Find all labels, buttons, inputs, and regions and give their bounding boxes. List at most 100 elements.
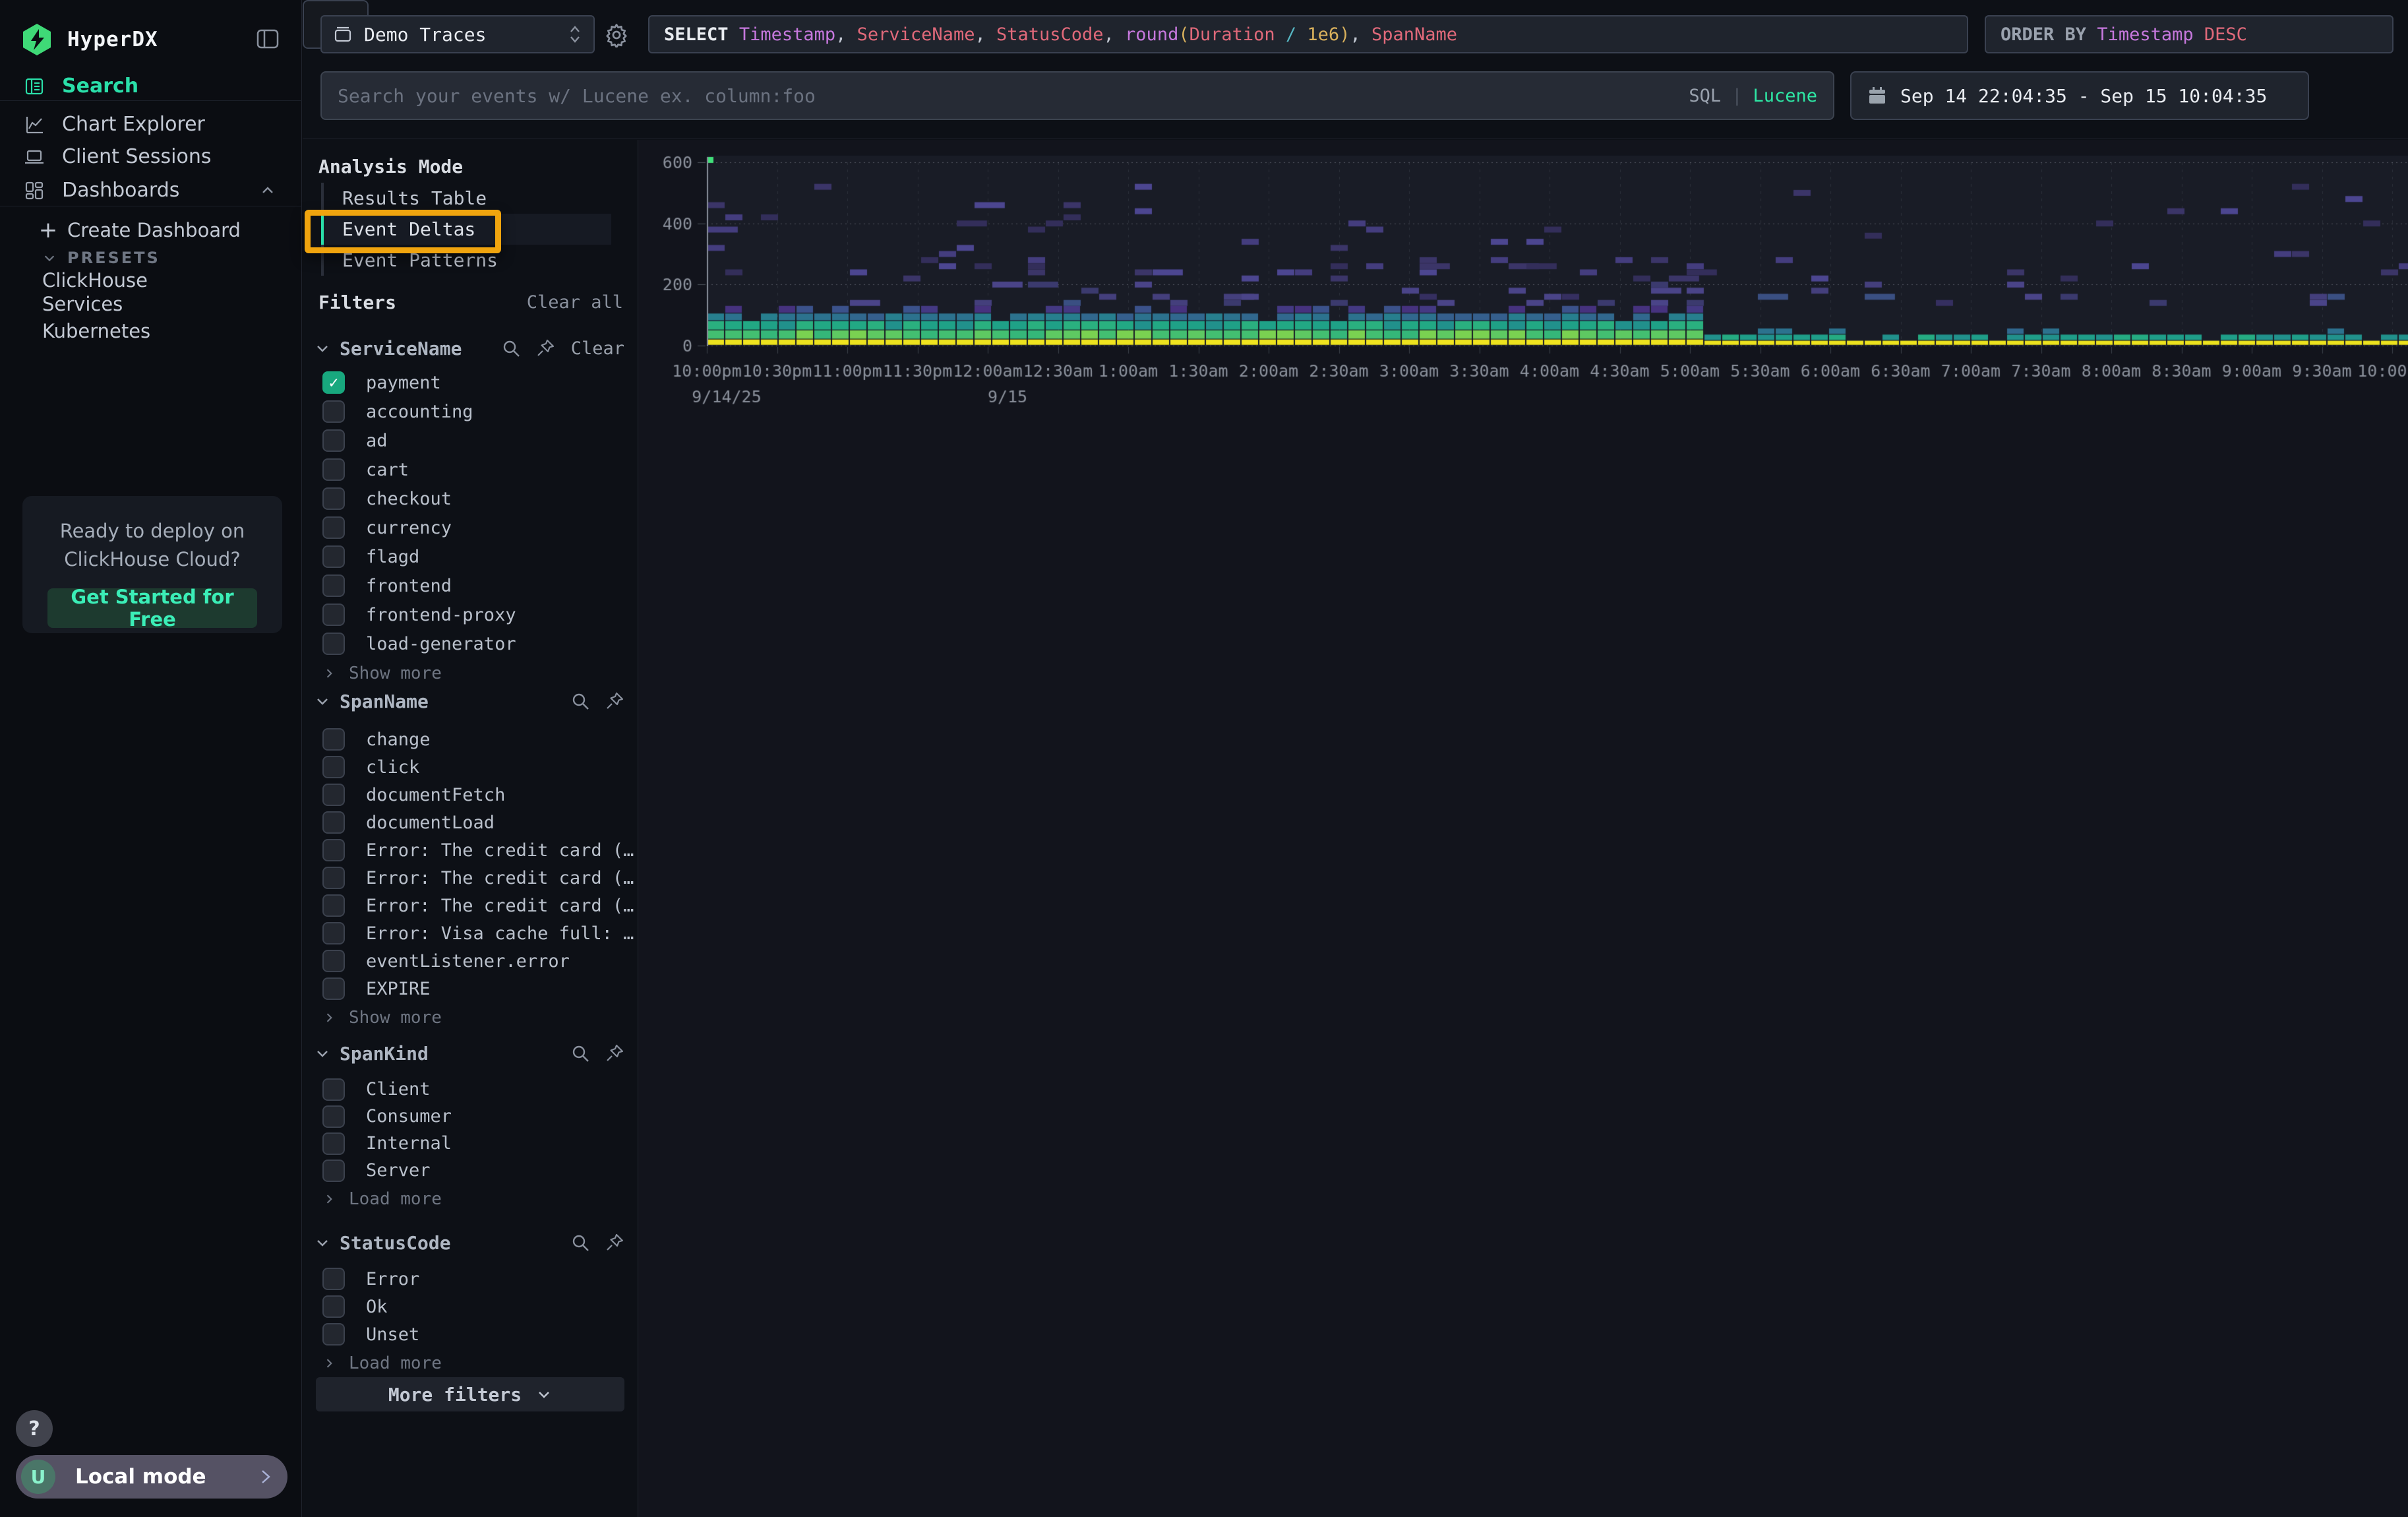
- search-icon[interactable]: [570, 1043, 590, 1063]
- checkbox[interactable]: [322, 977, 345, 1000]
- filter-option-servicename[interactable]: checkout: [322, 484, 626, 513]
- filter-option-servicename[interactable]: ✓payment: [322, 368, 626, 397]
- help-button[interactable]: ?: [16, 1410, 53, 1447]
- checkbox[interactable]: [322, 950, 345, 972]
- filter-group-header-spanname[interactable]: SpanName: [315, 687, 624, 716]
- checkbox[interactable]: [322, 1078, 345, 1101]
- filter-option-spanname[interactable]: eventListener.error: [322, 947, 626, 975]
- checkbox[interactable]: [322, 604, 345, 626]
- checkbox[interactable]: [322, 1160, 345, 1182]
- user-menu[interactable]: U Local mode: [16, 1455, 287, 1499]
- checkbox[interactable]: [322, 1132, 345, 1155]
- checkbox[interactable]: [322, 1268, 345, 1290]
- lang-lucene[interactable]: Lucene: [1753, 86, 1817, 106]
- lang-sql[interactable]: SQL: [1689, 86, 1721, 106]
- filter-option-spankind[interactable]: Internal: [322, 1130, 626, 1157]
- filter-group-name[interactable]: ServiceName: [340, 338, 487, 359]
- more-filters-button[interactable]: More filters: [316, 1377, 624, 1411]
- checkbox[interactable]: [322, 633, 345, 655]
- duration-heatmap-chart[interactable]: [640, 140, 2408, 423]
- filter-option-spanname[interactable]: click: [322, 753, 626, 781]
- filter-option-servicename[interactable]: flagd: [322, 542, 626, 571]
- filter-group-header-spankind[interactable]: SpanKind: [315, 1039, 624, 1068]
- checkbox[interactable]: [322, 574, 345, 597]
- sidebar-item-search[interactable]: Search: [0, 70, 302, 102]
- filter-option-spankind[interactable]: Client: [322, 1076, 626, 1103]
- filter-option-servicename[interactable]: accounting: [322, 397, 626, 426]
- analysis-mode-event-deltas[interactable]: Event Deltas: [321, 214, 611, 245]
- show-more-spanname[interactable]: Show more: [322, 1005, 586, 1030]
- checkbox[interactable]: [322, 784, 345, 806]
- search-icon[interactable]: [501, 338, 521, 358]
- filter-group-header-statuscode[interactable]: StatusCode: [315, 1228, 624, 1257]
- filter-option-spankind[interactable]: Server: [322, 1157, 626, 1184]
- checkbox[interactable]: [322, 516, 345, 539]
- filter-option-servicename[interactable]: frontend-proxy: [322, 600, 626, 629]
- filter-option-spanname[interactable]: Error: The credit card (…: [322, 892, 626, 919]
- checkbox[interactable]: [322, 894, 345, 917]
- sidebar-item-services[interactable]: Services: [0, 290, 302, 318]
- chevron-up-icon[interactable]: [260, 183, 276, 199]
- checkbox[interactable]: [322, 1295, 345, 1318]
- analysis-mode-results-table[interactable]: Results Table: [321, 183, 611, 214]
- checkbox-checked[interactable]: ✓: [322, 371, 345, 394]
- checkbox[interactable]: [322, 922, 345, 944]
- filter-group-header-servicename[interactable]: ServiceName Clear: [315, 334, 624, 363]
- filter-option-spanname[interactable]: documentLoad: [322, 809, 626, 836]
- pin-icon[interactable]: [535, 338, 555, 358]
- checkbox[interactable]: [322, 839, 345, 861]
- filter-group-name[interactable]: SpanName: [340, 691, 556, 712]
- load-more-spankind[interactable]: Load more: [322, 1187, 586, 1212]
- select-clause-input[interactable]: SELECT Timestamp, ServiceName, StatusCod…: [648, 15, 1968, 53]
- filter-option-servicename[interactable]: frontend: [322, 571, 626, 600]
- order-by-input[interactable]: ORDER BY Timestamp DESC: [1985, 15, 2393, 53]
- chevron-down-icon[interactable]: [315, 1045, 330, 1061]
- sidebar-item-chart-explorer[interactable]: Chart Explorer: [0, 108, 302, 140]
- filter-option-servicename[interactable]: ad: [322, 426, 626, 455]
- checkbox[interactable]: [322, 487, 345, 510]
- filter-option-servicename[interactable]: load-generator: [322, 629, 626, 658]
- sidebar-item-dashboards[interactable]: Dashboards: [0, 174, 302, 206]
- chevron-down-icon[interactable]: [315, 1235, 330, 1251]
- settings-gear-icon[interactable]: [604, 22, 629, 47]
- checkbox[interactable]: [322, 728, 345, 751]
- checkbox[interactable]: [322, 867, 345, 889]
- brand[interactable]: HyperDX: [20, 21, 158, 58]
- checkbox[interactable]: [322, 1105, 345, 1128]
- search-icon[interactable]: [570, 691, 590, 711]
- chevron-down-icon[interactable]: [315, 340, 330, 356]
- checkbox[interactable]: [322, 429, 345, 452]
- query-language-toggle[interactable]: SQL | Lucene: [1689, 86, 1817, 106]
- sidebar-item-create-dashboard[interactable]: + Create Dashboard: [0, 216, 302, 244]
- filter-option-spankind[interactable]: Consumer: [322, 1103, 626, 1130]
- filter-clear-button[interactable]: Clear: [571, 338, 624, 359]
- checkbox[interactable]: [322, 811, 345, 834]
- pin-icon[interactable]: [605, 1233, 624, 1253]
- filter-option-statuscode[interactable]: Unset: [322, 1320, 626, 1348]
- filter-group-name[interactable]: StatusCode: [340, 1232, 556, 1254]
- filter-option-statuscode[interactable]: Error: [322, 1265, 626, 1293]
- filter-option-spanname[interactable]: EXPIRE: [322, 975, 626, 1003]
- date-range-picker[interactable]: Sep 14 22:04:35 - Sep 15 10:04:35: [1850, 71, 2309, 120]
- filter-option-spanname[interactable]: Error: Visa cache full: …: [322, 919, 626, 947]
- checkbox[interactable]: [322, 400, 345, 423]
- checkbox[interactable]: [322, 458, 345, 481]
- source-select[interactable]: Demo Traces: [320, 15, 595, 53]
- filter-option-statuscode[interactable]: Ok: [322, 1293, 626, 1320]
- show-more-servicename[interactable]: Show more: [322, 661, 586, 686]
- pin-icon[interactable]: [605, 691, 624, 711]
- sidebar-item-kubernetes[interactable]: Kubernetes: [0, 317, 302, 345]
- sidebar-collapse-icon[interactable]: [256, 29, 279, 49]
- filter-option-servicename[interactable]: currency: [322, 513, 626, 542]
- checkbox[interactable]: [322, 756, 345, 778]
- sidebar-item-client-sessions[interactable]: Client Sessions: [0, 140, 302, 173]
- checkbox[interactable]: [322, 1323, 345, 1346]
- search-icon[interactable]: [570, 1233, 590, 1253]
- filter-option-spanname[interactable]: documentFetch: [322, 781, 626, 809]
- filter-option-spanname[interactable]: Error: The credit card (…: [322, 864, 626, 892]
- search-input[interactable]: Search your events w/ Lucene ex. column:…: [320, 71, 1834, 120]
- filter-option-spanname[interactable]: change: [322, 726, 626, 753]
- load-more-statuscode[interactable]: Load more: [322, 1351, 586, 1376]
- chevron-down-icon[interactable]: [315, 693, 330, 709]
- checkbox[interactable]: [322, 545, 345, 568]
